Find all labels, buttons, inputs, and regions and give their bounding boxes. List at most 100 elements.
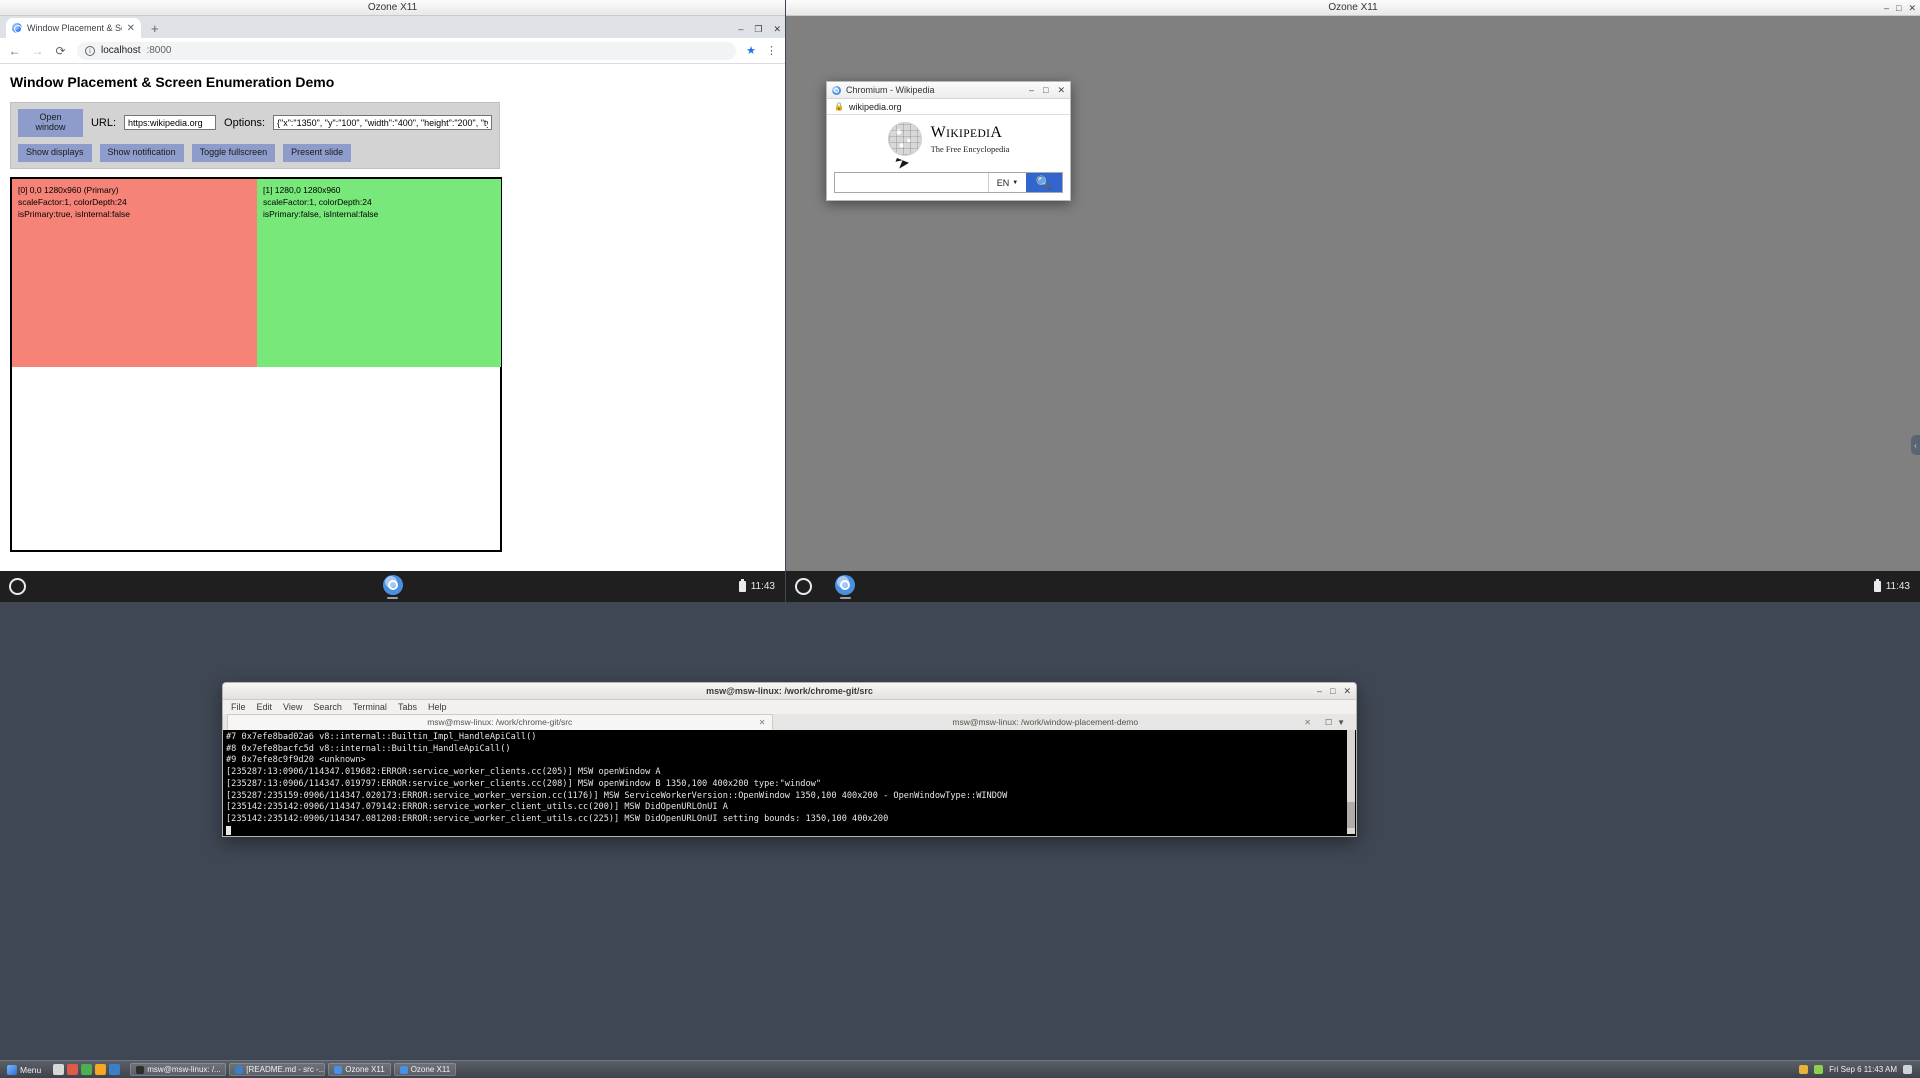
tray-icon-2[interactable] — [1814, 1065, 1824, 1074]
display-rect-1[interactable]: [1] 1280,0 1280x960 scaleFactor:1, color… — [257, 178, 501, 367]
chromium-favicon-icon — [832, 85, 841, 95]
display-0-line1: [0] 0,0 1280x960 (Primary) — [18, 184, 119, 195]
screen-layout-visualization: [0] 0,0 1280x960 (Primary) scaleFactor:1… — [10, 176, 502, 552]
terminal-line: #8 0x7efe8bacfc5d v8::internal::Builtin_… — [226, 743, 511, 754]
tray-icon-1[interactable] — [1799, 1065, 1809, 1074]
chromeos-shelf-left: 11:43 — [0, 571, 785, 602]
wikipedia-title: WIKIPEDIA — [930, 123, 1003, 141]
scrollbar-thumb[interactable] — [1347, 802, 1355, 828]
wikipedia-search-button[interactable]: 🔍 — [1026, 173, 1062, 192]
back-icon[interactable]: ← — [8, 44, 21, 58]
chrome-menu-icon[interactable]: ⋮ — [766, 44, 777, 57]
quick-launch-icon-5[interactable] — [109, 1064, 121, 1075]
menu-view[interactable]: View — [283, 702, 302, 712]
start-menu-button[interactable]: Menu — [3, 1064, 45, 1075]
terminal-tab-1[interactable]: msw@msw-linux: /work/chrome-git/src ✕ — [227, 714, 773, 730]
new-tab-icon[interactable]: ☐ — [1325, 718, 1332, 727]
menu-edit[interactable]: Edit — [257, 702, 273, 712]
close-icon[interactable]: ✕ — [1304, 718, 1311, 727]
taskbar-clock[interactable]: Fri Sep 6 11:43 AM — [1829, 1065, 1897, 1074]
launcher-icon[interactable] — [795, 578, 812, 595]
new-tab-button[interactable]: + — [151, 21, 159, 36]
bookmark-star-icon[interactable]: ★ — [746, 44, 756, 57]
launcher-icon[interactable] — [9, 578, 26, 595]
terminal-titlebar: msw@msw-linux: /work/chrome-git/src – □ … — [223, 683, 1356, 700]
display-0-line3: isPrimary:true, isInternal:false — [18, 209, 130, 220]
close-icon[interactable]: ✕ — [1343, 686, 1351, 697]
maximize-icon[interactable]: ❐ — [754, 24, 762, 35]
menu-terminal[interactable]: Terminal — [353, 702, 387, 712]
wikipedia-search-row: EN ▼ 🔍 — [834, 172, 1063, 193]
maximize-icon[interactable]: □ — [1896, 3, 1901, 13]
reload-icon[interactable]: ⟳ — [54, 44, 67, 58]
taskbar-item-label: [README.md - src -... — [246, 1065, 326, 1074]
terminal-tab-2[interactable]: msw@msw-linux: /work/window-placement-de… — [773, 714, 1319, 730]
terminal-title: msw@msw-linux: /work/chrome-git/src — [706, 686, 873, 696]
terminal-line: [235142:235142:0906/114347.081208:ERROR:… — [226, 813, 889, 824]
edge-handle[interactable]: ‹ — [1911, 435, 1920, 455]
shelf-status-area-left[interactable]: 11:43 — [738, 579, 775, 592]
chromium-icon[interactable] — [382, 574, 403, 595]
omnibox-port: :8000 — [146, 45, 172, 56]
close-icon[interactable]: ✕ — [773, 24, 781, 35]
toggle-fullscreen-button[interactable]: Toggle fullscreen — [191, 143, 276, 162]
wikipedia-language-select[interactable]: EN ▼ — [988, 173, 1026, 192]
terminal-tab-actions[interactable]: ☐ ▼ — [1318, 714, 1352, 730]
show-displays-button[interactable]: Show displays — [18, 143, 92, 162]
minimize-icon[interactable]: – — [738, 24, 743, 35]
battery-icon — [1873, 579, 1881, 592]
open-window-button[interactable]: Open window — [18, 109, 83, 137]
terminal-prompt-cursor — [226, 825, 1353, 836]
forward-icon: → — [31, 43, 44, 58]
url-input[interactable] — [124, 115, 217, 131]
chevron-down-icon[interactable]: ▼ — [1337, 718, 1345, 727]
shelf-status-area-right[interactable]: 11:43 — [1873, 579, 1910, 592]
menu-file[interactable]: File — [231, 702, 246, 712]
display-rect-0[interactable]: [0] 0,0 1280x960 (Primary) scaleFactor:1… — [12, 178, 257, 367]
popup-url-bar[interactable]: 🔒 wikipedia.org — [827, 99, 1070, 115]
show-notification-button[interactable]: Show notification — [99, 143, 184, 162]
quick-launch-icon-3[interactable] — [81, 1064, 93, 1075]
shelf-app-chromium[interactable] — [382, 574, 403, 599]
close-icon[interactable]: ✕ — [759, 718, 766, 727]
terminal-window-controls: – □ ✕ — [1317, 686, 1351, 697]
popup-title: Chromium - Wikipedia — [846, 85, 935, 95]
display-1-line1: [1] 1280,0 1280x960 — [263, 184, 341, 195]
close-icon[interactable]: ✕ — [1057, 85, 1065, 96]
minimize-icon[interactable]: – — [1317, 686, 1322, 697]
chromium-icon[interactable] — [835, 574, 855, 595]
minimize-icon[interactable]: – — [1884, 3, 1889, 13]
wikipedia-search-input[interactable] — [835, 173, 988, 192]
browser-tab-title: Window Placement & Screen En — [27, 23, 122, 33]
browser-tab[interactable]: Window Placement & Screen En ✕ — [6, 18, 141, 38]
display-1-line2: scaleFactor:1, colorDepth:24 — [263, 197, 372, 208]
taskbar-item[interactable]: Ozone X11 — [393, 1063, 457, 1076]
chevron-down-icon: ▼ — [1012, 179, 1019, 186]
address-bar[interactable]: i localhost:8000 — [77, 41, 737, 60]
wikipedia-tagline: The Free Encyclopedia — [930, 143, 1010, 154]
present-slide-button[interactable]: Present slide — [283, 143, 352, 162]
info-icon[interactable]: i — [85, 45, 95, 56]
options-input[interactable] — [273, 115, 492, 131]
close-icon[interactable]: ✕ — [127, 23, 135, 34]
quick-launch-icon-1[interactable] — [53, 1064, 65, 1075]
terminal-output[interactable]: #7 0x7efe8bad02a6 v8::internal::Builtin_… — [223, 730, 1356, 836]
taskbar-item[interactable]: Ozone X11 — [328, 1063, 391, 1076]
menu-search[interactable]: Search — [313, 702, 342, 712]
options-label: Options: — [224, 116, 265, 129]
quick-launch-icon-4[interactable] — [95, 1064, 107, 1075]
ozone-right-title: Ozone X11 — [1328, 2, 1378, 13]
terminal-scrollbar[interactable] — [1347, 730, 1355, 834]
minimize-icon[interactable]: – — [1029, 85, 1034, 95]
maximize-icon[interactable]: □ — [1043, 85, 1048, 95]
maximize-icon[interactable]: □ — [1330, 686, 1335, 697]
tray-icon-3[interactable] — [1903, 1065, 1912, 1074]
close-icon[interactable]: ✕ — [1908, 3, 1916, 13]
menu-help[interactable]: Help — [428, 702, 447, 712]
quick-launch-icon-2[interactable] — [67, 1064, 79, 1075]
taskbar-item[interactable]: msw@msw-linux: /... — [130, 1063, 227, 1076]
shelf-app-chromium-right[interactable] — [835, 574, 855, 599]
taskbar-item[interactable]: [README.md - src -... — [229, 1063, 326, 1076]
wikipedia-language-value: EN — [996, 177, 1010, 188]
menu-tabs[interactable]: Tabs — [398, 702, 417, 712]
